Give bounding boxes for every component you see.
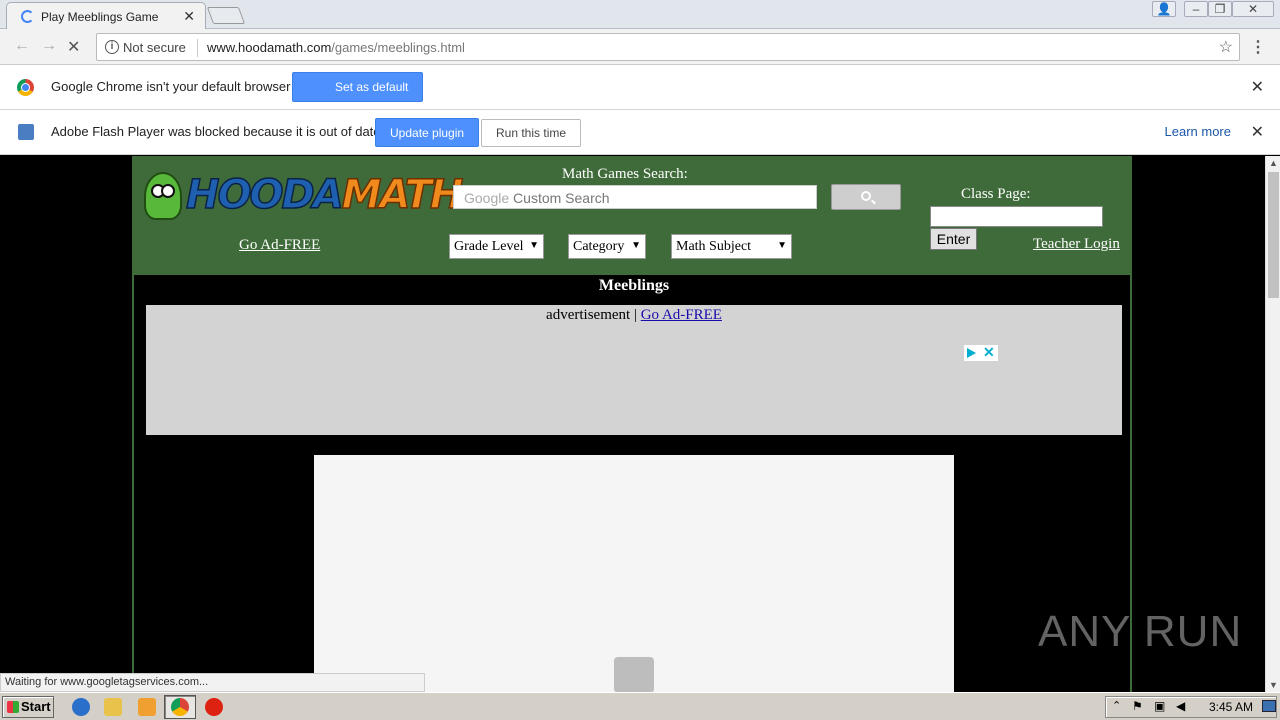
menu-dots-icon[interactable]: ⋮	[1250, 37, 1266, 57]
ad-go-ad-free-link[interactable]: Go Ad-FREE	[641, 307, 722, 323]
tab-strip: Play Meeblings Game ✕ 👤 – ❐ ✕	[0, 0, 1280, 29]
flash-infobar: Adobe Flash Player was blocked because i…	[0, 110, 1280, 155]
chrome-icon	[17, 79, 34, 96]
select-value: Grade Level	[454, 239, 524, 254]
class-page-input[interactable]	[930, 206, 1103, 227]
windows-taskbar: Start ⌃ ⚑ ▣ ◀ 3:45 AM	[0, 692, 1280, 720]
ie-icon[interactable]	[72, 698, 90, 716]
dropdown-arrow-icon: ▼	[529, 240, 539, 251]
learn-more-link[interactable]: Learn more	[1165, 124, 1231, 139]
stop-sign-icon[interactable]	[205, 698, 223, 716]
chrome-icon	[171, 698, 189, 716]
tray-expand-icon[interactable]: ⌃	[1112, 699, 1121, 712]
advertisement-box: advertisement | Go Ad-FREE ✕	[146, 305, 1122, 435]
infobar-message: Adobe Flash Player was blocked because i…	[51, 124, 381, 139]
network-icon[interactable]: ▣	[1154, 699, 1165, 713]
search-icon	[861, 191, 871, 201]
folder-icon[interactable]	[104, 698, 122, 716]
run-this-time-button[interactable]: Run this time	[481, 119, 582, 147]
start-button[interactable]: Start	[2, 696, 54, 718]
url-path: /games/meeblings.html	[331, 40, 465, 55]
search-placeholder: Custom Search	[513, 190, 610, 206]
scroll-up-icon[interactable]: ▲	[1269, 158, 1278, 168]
minimize-button[interactable]: –	[1184, 1, 1208, 17]
ad-label: advertisement |	[546, 307, 637, 323]
info-icon[interactable]: i	[105, 40, 119, 54]
teacher-login-link[interactable]: Teacher Login	[1033, 236, 1120, 253]
search-label: Math Games Search:	[562, 166, 688, 182]
stop-icon[interactable]: ✕	[67, 37, 80, 57]
page-scrollbar[interactable]: ▲ ▼	[1265, 156, 1280, 692]
logo-text-math: MATH	[341, 171, 464, 219]
loading-spinner-icon	[21, 10, 34, 23]
tab-title: Play Meeblings Game	[41, 10, 159, 24]
profile-icon[interactable]: 👤	[1152, 1, 1176, 17]
dropdown-arrow-icon: ▼	[631, 240, 641, 251]
class-page-label: Class Page:	[961, 186, 1031, 202]
clock: 3:45 AM	[1209, 700, 1254, 714]
plugin-puzzle-icon	[18, 124, 34, 140]
address-bar[interactable]: i Not secure www.hoodamath.com/games/mee…	[96, 33, 1240, 61]
search-button[interactable]	[831, 184, 901, 210]
infobar-close-icon[interactable]: ✕	[1251, 77, 1264, 97]
plugin-blocked-icon	[614, 657, 654, 692]
media-player-icon[interactable]	[138, 698, 156, 716]
volume-icon[interactable]: ◀	[1176, 699, 1185, 713]
search-brand: Google	[464, 190, 510, 206]
new-tab-button[interactable]	[206, 7, 246, 24]
infobar-message: Google Chrome isn't your default browser	[51, 79, 291, 94]
update-plugin-button[interactable]: Update plugin	[375, 118, 480, 147]
mascot-icon	[144, 172, 182, 220]
game-content: Meeblings advertisement | Go Ad-FREE ✕	[132, 275, 1132, 692]
default-browser-infobar: Google Chrome isn't your default browser…	[0, 65, 1280, 110]
anyrun-watermark: ANY RUN	[1038, 607, 1243, 656]
category-select[interactable]: Category ▼	[568, 234, 646, 259]
flag-icon[interactable]: ⚑	[1132, 699, 1143, 713]
logo-text-hooda: HOODA	[185, 171, 344, 219]
search-input[interactable]: Google Custom Search	[453, 185, 817, 209]
chrome-taskbar-button[interactable]	[164, 695, 196, 719]
back-icon[interactable]: ←	[14, 37, 30, 55]
scroll-down-icon[interactable]: ▼	[1269, 680, 1278, 690]
math-subject-select[interactable]: Math Subject ▼	[671, 234, 792, 259]
browser-toolbar: ← → ✕ i Not secure www.hoodamath.com/gam…	[0, 29, 1280, 65]
flash-game-area[interactable]	[314, 455, 954, 692]
divider	[197, 39, 198, 57]
show-desktop-icon[interactable]	[1262, 700, 1276, 712]
forward-icon[interactable]: →	[41, 37, 57, 55]
enter-button[interactable]: Enter	[930, 228, 977, 250]
restore-button[interactable]: ❐	[1208, 1, 1232, 17]
hoodamath-logo[interactable]: HOODAMATH	[142, 168, 464, 224]
browser-tab[interactable]: Play Meeblings Game ✕	[6, 2, 206, 29]
select-value: Math Subject	[676, 239, 752, 254]
select-value: Category	[573, 239, 625, 254]
url-text: www.hoodamath.com/games/meeblings.html	[207, 40, 465, 55]
window-close-button[interactable]: ✕	[1232, 1, 1274, 17]
security-label: Not secure	[123, 40, 186, 55]
adchoices-icon[interactable]: ✕	[964, 344, 998, 361]
infobar-close-icon[interactable]: ✕	[1251, 122, 1264, 142]
scroll-thumb[interactable]	[1268, 172, 1279, 298]
set-as-default-button[interactable]: Set as default	[292, 72, 424, 102]
grade-level-select[interactable]: Grade Level ▼	[449, 234, 544, 259]
dropdown-arrow-icon: ▼	[777, 240, 787, 251]
go-ad-free-link[interactable]: Go Ad-FREE	[239, 237, 320, 254]
status-bubble: Waiting for www.googletagservices.com...	[0, 673, 425, 692]
game-title: Meeblings	[598, 277, 670, 294]
bookmark-star-icon[interactable]: ☆	[1219, 37, 1233, 57]
tab-close-icon[interactable]: ✕	[183, 8, 195, 25]
site-header: HOODAMATH Go Ad-FREE Math Games Search: …	[132, 156, 1132, 275]
url-host: www.hoodamath.com	[207, 40, 332, 55]
